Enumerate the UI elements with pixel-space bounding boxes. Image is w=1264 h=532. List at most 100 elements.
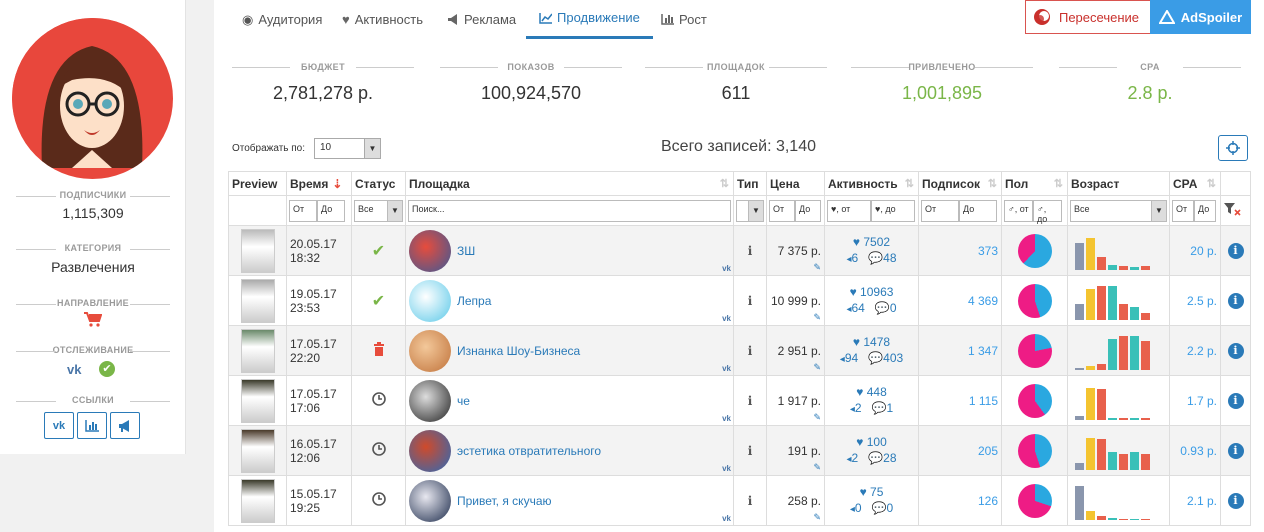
stat-label: ПЛОЩАДОК xyxy=(645,62,827,72)
platform-cell[interactable]: Изнанка Шоу-Бизнеса vk xyxy=(405,325,734,376)
info-icon[interactable]: i xyxy=(1227,392,1244,409)
platform-name[interactable]: ЗШ xyxy=(457,244,475,258)
edit-icon[interactable]: ✎ xyxy=(813,512,821,523)
cpa-from-input[interactable]: От xyxy=(1172,199,1194,222)
age-cell xyxy=(1067,475,1170,526)
preview-cell[interactable] xyxy=(228,325,287,376)
cross-button[interactable]: Пересечение xyxy=(1025,0,1161,34)
tab-ads[interactable]: Реклама xyxy=(447,0,516,39)
post-thumbnail[interactable] xyxy=(240,478,275,523)
filter-type: ▼ xyxy=(733,195,767,226)
preview-cell[interactable] xyxy=(228,475,287,526)
platform-avatar[interactable] xyxy=(409,329,451,372)
search-input[interactable]: Поиск... xyxy=(408,199,731,222)
vk-icon: vk xyxy=(722,514,731,523)
activity-to-input[interactable]: ♥, до xyxy=(871,199,915,222)
tab-growth[interactable]: Рост xyxy=(661,0,707,39)
info-icon[interactable]: i xyxy=(1227,292,1244,309)
gender-from-input[interactable]: ♂, от xyxy=(1004,199,1033,222)
age-bar xyxy=(1097,256,1106,270)
platform-avatar[interactable] xyxy=(409,229,451,272)
filter-activity: ♥, от ♥, до xyxy=(824,195,919,226)
subs-to-input[interactable]: До xyxy=(959,199,997,222)
chevron-down-icon: ▼ xyxy=(364,139,380,158)
subs-from-input[interactable]: От xyxy=(921,199,959,222)
col-type[interactable]: Тип xyxy=(733,171,767,196)
info-icon[interactable]: i xyxy=(1227,492,1244,509)
post-thumbnail[interactable] xyxy=(240,328,275,373)
page-size-value: 10 xyxy=(320,142,332,153)
page-size-select[interactable]: 10 ▼ xyxy=(314,138,381,159)
preview-cell[interactable] xyxy=(228,275,287,326)
platform-cell[interactable]: эстетика отвратительного vk xyxy=(405,425,734,476)
preview-cell[interactable] xyxy=(228,375,287,426)
sort-icon: ⇅ xyxy=(987,178,997,190)
table-row[interactable]: 19.05.17 23:53 ✔ Лепра vk i 10 999 р. ✎ ♥ 1… xyxy=(228,275,1251,326)
age-select[interactable]: Все ▼ xyxy=(1070,199,1167,222)
info-icon[interactable]: i xyxy=(1227,442,1244,459)
price-from-input[interactable]: От xyxy=(769,199,795,222)
edit-icon[interactable]: ✎ xyxy=(813,262,821,273)
type-select[interactable]: ▼ xyxy=(736,199,764,222)
tab-activity[interactable]: ♥ Активность xyxy=(342,0,423,39)
post-thumbnail[interactable] xyxy=(240,278,275,323)
filter-empty xyxy=(228,195,287,226)
platform-avatar[interactable] xyxy=(409,429,451,472)
platform-name[interactable]: Привет, я скучаю xyxy=(457,494,552,508)
preview-cell[interactable] xyxy=(228,425,287,476)
status-select[interactable]: Все ▼ xyxy=(354,199,403,222)
col-age[interactable]: Возраст xyxy=(1067,171,1170,196)
platform-name[interactable]: Лепра xyxy=(457,294,491,308)
preview-cell[interactable] xyxy=(228,225,287,276)
platform-avatar[interactable] xyxy=(409,479,451,522)
col-price[interactable]: Цена xyxy=(766,171,825,196)
platform-avatar[interactable] xyxy=(409,379,451,422)
edit-icon[interactable]: ✎ xyxy=(813,412,821,423)
cpa-to-input[interactable]: До xyxy=(1194,199,1216,222)
col-cpa[interactable]: CPA ⇅ xyxy=(1169,171,1221,196)
price-to-input[interactable]: До xyxy=(795,199,821,222)
filter-clear[interactable] xyxy=(1220,195,1251,226)
post-thumbnail[interactable] xyxy=(240,428,275,473)
platform-name[interactable]: эстетика отвратительного xyxy=(457,444,601,458)
vk-link-button[interactable]: vk xyxy=(44,412,74,439)
platform-name[interactable]: че xyxy=(457,394,470,408)
vk-icon[interactable]: vk xyxy=(67,362,81,377)
edit-icon[interactable]: ✎ xyxy=(813,312,821,323)
stats-link-button[interactable] xyxy=(77,412,107,439)
col-subs[interactable]: Подписок ⇅ xyxy=(918,171,1002,196)
activity-from-input[interactable]: ♥, от xyxy=(827,199,871,222)
edit-icon[interactable]: ✎ xyxy=(813,462,821,473)
col-time[interactable]: Время ⇣ xyxy=(286,171,352,196)
info-icon[interactable]: i xyxy=(1227,342,1244,359)
adspoiler-button[interactable]: AdSpoiler xyxy=(1150,0,1251,34)
tab-promotion[interactable]: Продвижение xyxy=(526,0,653,39)
info-icon[interactable]: i xyxy=(1227,242,1244,259)
gender-to-input[interactable]: ♂, до xyxy=(1033,199,1062,224)
col-status[interactable]: Статус xyxy=(351,171,406,196)
time-to-input[interactable]: До xyxy=(317,199,345,222)
col-platform[interactable]: Площадка ⇅ xyxy=(405,171,734,196)
platform-cell[interactable]: Лепра vk xyxy=(405,275,734,326)
col-activity[interactable]: Активность ⇅ xyxy=(824,171,919,196)
post-thumbnail[interactable] xyxy=(240,228,275,273)
post-thumbnail[interactable] xyxy=(240,378,275,423)
platform-avatar[interactable] xyxy=(409,279,451,322)
platform-cell[interactable]: че vk xyxy=(405,375,734,426)
table-row[interactable]: 17.05.17 17:06 че vk i 1 917 р. ✎ ♥ 448 ◂2 💬… xyxy=(228,375,1251,426)
table-row[interactable]: 15.05.17 19:25 Привет, я скучаю vk i 258 р… xyxy=(228,475,1251,526)
fullscreen-button[interactable] xyxy=(1218,135,1248,161)
edit-icon[interactable]: ✎ xyxy=(813,362,821,373)
ads-link-button[interactable] xyxy=(110,412,140,439)
table-row[interactable]: 17.05.17 22:20 Изнанка Шоу-Бизнеса vk i 2 … xyxy=(228,325,1251,376)
platform-cell[interactable]: Привет, я скучаю vk xyxy=(405,475,734,526)
col-preview[interactable]: Preview xyxy=(228,171,287,196)
age-bar xyxy=(1119,518,1128,520)
time-from-input[interactable]: От xyxy=(289,199,317,222)
tab-audience[interactable]: ◉ Аудитория xyxy=(242,0,322,39)
platform-cell[interactable]: ЗШ vk xyxy=(405,225,734,276)
platform-name[interactable]: Изнанка Шоу-Бизнеса xyxy=(457,344,580,358)
table-row[interactable]: 20.05.17 18:32 ✔ ЗШ vk i 7 375 р. ✎ ♥ 7502 ◂… xyxy=(228,225,1251,276)
table-row[interactable]: 16.05.17 12:06 эстетика отвратительного vk… xyxy=(228,425,1251,476)
col-gender[interactable]: Пол ⇅ xyxy=(1001,171,1068,196)
